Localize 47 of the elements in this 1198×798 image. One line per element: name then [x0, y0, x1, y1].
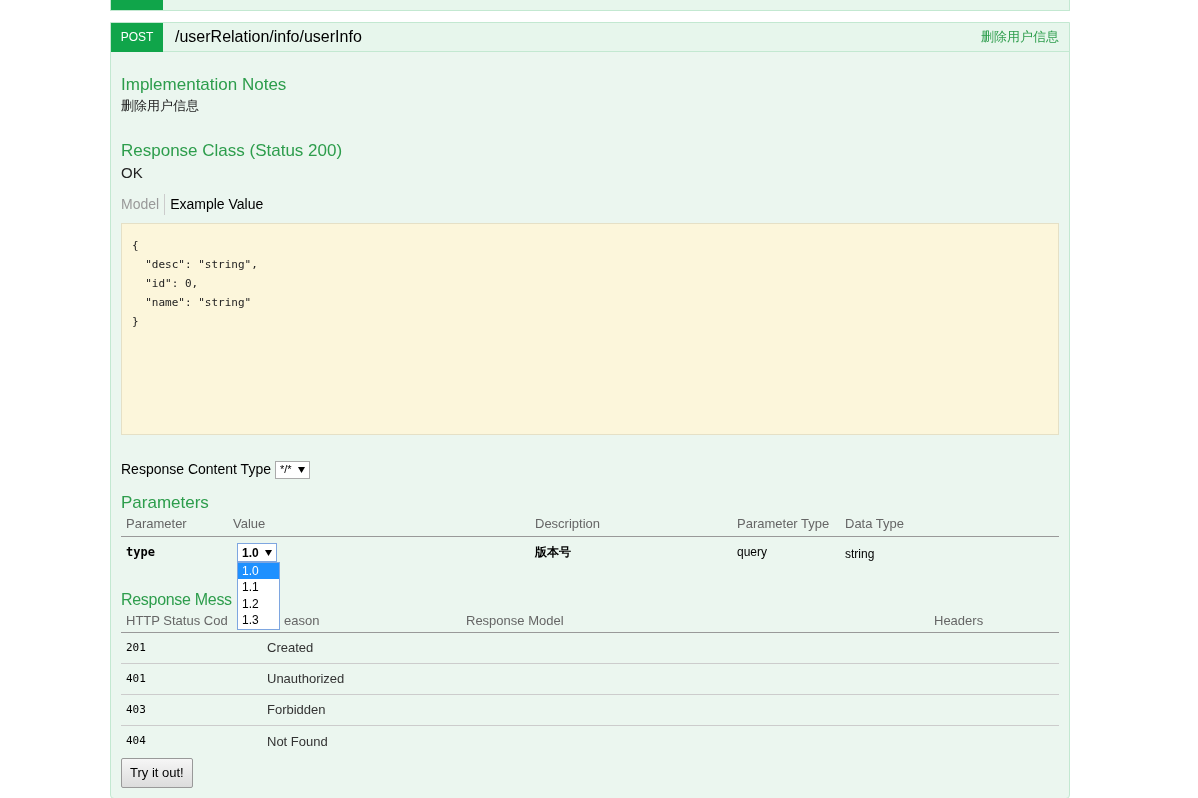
code-line: "id": 0, — [144, 276, 199, 292]
parameter-name: type — [126, 543, 155, 561]
status-reason: Forbidden — [267, 701, 326, 720]
code-line: "name": "string" — [144, 295, 252, 311]
dropdown-option[interactable]: 1.2 — [238, 595, 279, 612]
code-line: { — [132, 238, 139, 254]
status-reason: Unauthorized — [267, 670, 345, 689]
column-header: HTTP Status Cod — [126, 611, 228, 630]
status-code: 401 — [126, 670, 146, 687]
content-type-label: Response Content Type — [121, 460, 271, 479]
data-type: string — [845, 545, 875, 563]
caret-icon — [264, 549, 272, 556]
try-it-out-button[interactable]: Try it out! — [121, 758, 193, 788]
status-reason: Created — [267, 639, 314, 658]
section-title: Parameters — [121, 492, 209, 514]
column-header: Parameter — [126, 515, 188, 533]
dropdown-option[interactable]: 1.3 — [238, 612, 279, 629]
column-header: Value — [233, 515, 267, 533]
column-header: Description — [535, 515, 602, 533]
method-badge — [111, 0, 163, 10]
section-title: Implementation Notes — [121, 74, 287, 96]
code-line: } — [132, 314, 139, 330]
code-line: "desc": "string", — [144, 257, 258, 273]
content-type-select[interactable]: */* — [274, 460, 310, 479]
status-code: 404 — [126, 733, 146, 750]
value-select[interactable]: 1.0 — [237, 543, 277, 562]
dropdown-option[interactable]: 1.1 — [238, 579, 279, 596]
operation-header[interactable]: POST /userRelation/info/userInfo 删除用户信息 — [111, 23, 1069, 52]
status-code: 201 — [126, 639, 146, 656]
status-code: 403 — [126, 701, 146, 718]
operation-path[interactable]: /userRelation/info/userInfo — [175, 25, 362, 49]
parameter-type: query — [737, 543, 768, 561]
section-title: Response Mess — [121, 589, 232, 610]
response-class-text: OK — [121, 162, 143, 183]
operation-summary: 删除用户信息 — [981, 28, 1059, 47]
notes-text: 删除用户信息 — [121, 97, 199, 115]
model-tab[interactable]: Example Value — [164, 194, 269, 215]
method-badge: POST — [111, 22, 163, 52]
column-header: eason — [284, 611, 320, 630]
status-reason: Not Found — [267, 732, 328, 751]
section-title: Response Class (Status 200) — [121, 139, 343, 162]
column-header: Data Type — [845, 515, 906, 533]
column-header: Response Model — [466, 611, 564, 630]
caret-icon — [297, 466, 305, 473]
column-header: Parameter Type — [737, 515, 831, 533]
column-header: Headers — [934, 611, 984, 630]
parameter-description: 版本号 — [535, 543, 571, 561]
